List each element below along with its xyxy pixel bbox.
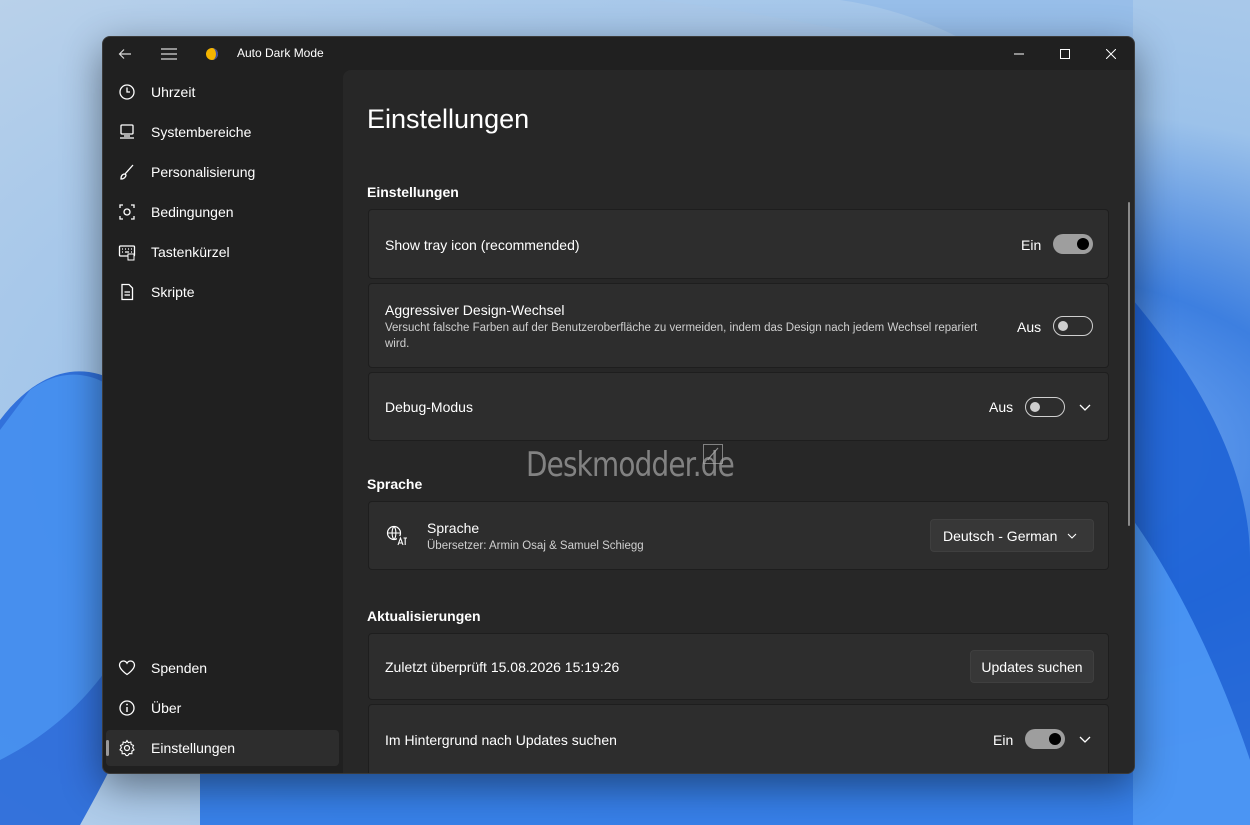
app-logo-icon	[206, 48, 218, 60]
setting-card-background-updates[interactable]: Im Hintergrund nach Updates suchen Ein	[368, 704, 1109, 773]
sidebar-item-skripte[interactable]: Skripte	[106, 274, 339, 310]
toggle-state-label: Ein	[993, 732, 1014, 748]
language-icon	[386, 525, 407, 546]
settings-page: Einstellungen Einstellungen Show tray ic…	[343, 70, 1134, 773]
aggressive-theme-toggle[interactable]	[1053, 316, 1093, 336]
maximize-button[interactable]	[1042, 37, 1088, 70]
conditions-icon	[119, 204, 135, 220]
toggle-state-label: Ein	[1021, 237, 1042, 253]
brush-icon	[120, 164, 134, 180]
hamburger-icon	[161, 47, 177, 60]
monitor-icon	[120, 124, 134, 139]
check-updates-button[interactable]: Updates suchen	[970, 650, 1094, 683]
selection-indicator	[106, 740, 109, 756]
sidebar-item-label: Einstellungen	[151, 740, 236, 756]
setting-card-aggressive-theme: Aggressiver Design-Wechsel Versucht fals…	[368, 283, 1109, 368]
setting-card-tray-icon: Show tray icon (recommended) Ein	[368, 209, 1109, 279]
sidebar-item-tastenkuerzel[interactable]: Tastenkürzel	[106, 234, 339, 270]
info-icon	[119, 700, 135, 716]
sidebar-item-personalisierung[interactable]: Personalisierung	[106, 154, 339, 190]
vertical-scrollbar[interactable]	[1128, 202, 1130, 526]
sidebar-item-label: Tastenkürzel	[151, 244, 230, 260]
setting-title: Debug-Modus	[385, 399, 473, 415]
sidebar-item-label: Systembereiche	[151, 124, 252, 140]
menu-button[interactable]	[149, 37, 189, 70]
navigation-sidebar: Uhrzeit Systembereiche Personalisierung …	[103, 70, 343, 773]
heart-icon	[118, 660, 136, 676]
keyboard-icon	[118, 245, 136, 261]
minimize-icon	[1014, 53, 1024, 54]
sidebar-item-bedingungen[interactable]: Bedingungen	[106, 194, 339, 230]
debug-mode-toggle[interactable]	[1025, 397, 1065, 417]
setting-title: Sprache	[427, 520, 480, 536]
back-arrow-icon	[118, 48, 131, 59]
minimize-button[interactable]	[996, 37, 1042, 70]
sidebar-item-label: Uhrzeit	[151, 84, 196, 100]
setting-title: Im Hintergrund nach Updates suchen	[385, 732, 617, 748]
watermark-pen-icon	[703, 444, 723, 464]
sidebar-item-label: Skripte	[151, 284, 195, 300]
setting-description: Übersetzer: Armin Osaj & Samuel Schiegg	[427, 540, 644, 552]
sidebar-item-uhrzeit[interactable]: Uhrzeit	[106, 74, 339, 110]
sidebar-item-einstellungen[interactable]: Einstellungen	[106, 730, 339, 766]
language-selected-value: Deutsch - German	[943, 528, 1058, 544]
chevron-down-icon[interactable]	[1078, 732, 1092, 746]
chevron-down-icon[interactable]	[1078, 400, 1092, 414]
last-checked-text: Zuletzt überprüft 15.08.2026 15:19:26	[385, 659, 620, 675]
maximize-icon	[1060, 48, 1070, 59]
toggle-state-label: Aus	[989, 399, 1014, 415]
sidebar-item-ueber[interactable]: Über	[106, 690, 339, 726]
app-window: Auto Dark Mode Uhrzeit Systembereiche Pe…	[102, 36, 1135, 774]
language-dropdown[interactable]: Deutsch - German	[930, 519, 1094, 552]
toggle-state-label: Aus	[1017, 319, 1042, 335]
close-icon	[1106, 48, 1116, 59]
sidebar-item-label: Personalisierung	[151, 164, 256, 180]
app-title: Auto Dark Mode	[237, 46, 324, 60]
section-heading-updates: Aktualisierungen	[367, 608, 481, 624]
setting-description: Versucht falsche Farben auf der Benutzer…	[385, 322, 978, 350]
back-button[interactable]	[105, 37, 145, 70]
clock-icon	[119, 84, 135, 100]
background-updates-toggle[interactable]	[1025, 729, 1065, 749]
setting-card-last-checked: Zuletzt überprüft 15.08.2026 15:19:26 Up…	[368, 633, 1109, 700]
setting-title: Aggressiver Design-Wechsel	[385, 302, 565, 318]
sidebar-item-label: Bedingungen	[151, 204, 234, 220]
sidebar-item-label: Über	[151, 700, 182, 716]
setting-card-debug-mode[interactable]: Debug-Modus Aus	[368, 372, 1109, 441]
setting-card-language: Sprache Übersetzer: Armin Osaj & Samuel …	[368, 501, 1109, 570]
script-icon	[121, 283, 134, 301]
sidebar-item-label: Spenden	[151, 660, 208, 676]
sidebar-item-spenden[interactable]: Spenden	[106, 650, 339, 686]
gear-icon	[119, 739, 135, 757]
section-heading-settings: Einstellungen	[367, 184, 459, 200]
title-bar: Auto Dark Mode	[103, 37, 1134, 70]
chevron-down-icon	[1067, 533, 1077, 539]
page-title: Einstellungen	[367, 104, 530, 134]
tray-icon-toggle[interactable]	[1053, 234, 1093, 254]
sidebar-item-systembereiche[interactable]: Systembereiche	[106, 114, 339, 150]
setting-title: Show tray icon (recommended)	[385, 237, 580, 253]
close-button[interactable]	[1088, 37, 1134, 70]
section-heading-language: Sprache	[367, 476, 423, 492]
